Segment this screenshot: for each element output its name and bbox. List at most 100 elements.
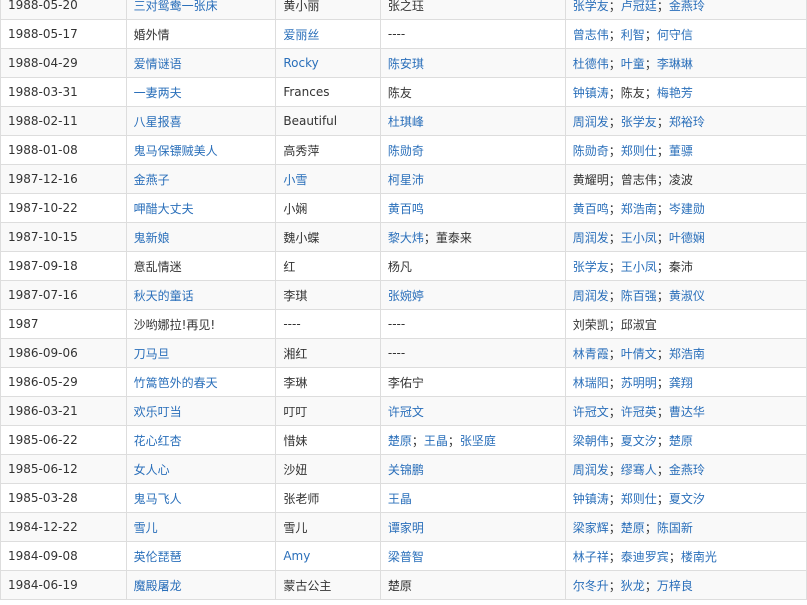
role-link[interactable]: 爱丽丝: [283, 26, 319, 43]
film-title-link[interactable]: 鬼马保镖贼美人: [134, 142, 218, 159]
cast-member-link[interactable]: 郑则仕: [621, 490, 657, 507]
film-title-link[interactable]: 刀马旦: [134, 345, 170, 362]
cast-member-link[interactable]: 泰迪罗宾: [621, 548, 669, 565]
table-row: 1986-05-29 竹篙笆外的春天 李琳 李佑宁 林瑞阳；苏明明；龚翔: [0, 367, 807, 397]
film-title-link[interactable]: 鬼新娘: [134, 229, 170, 246]
cast-member-link[interactable]: 利智: [621, 26, 645, 43]
director-link[interactable]: 陈勋奇: [388, 142, 424, 159]
film-title-cell: 刀马旦: [125, 338, 277, 368]
film-title-link[interactable]: 欢乐叮当: [134, 403, 182, 420]
director-link[interactable]: 黄百鸣: [388, 200, 424, 217]
cast-member-link[interactable]: 钟镇涛: [573, 490, 609, 507]
film-title-link[interactable]: 爱情谜语: [134, 55, 182, 72]
cast-member-link[interactable]: 万梓良: [657, 577, 693, 594]
cast-member-link[interactable]: 王小凤: [621, 229, 657, 246]
cast-member-link[interactable]: 李琳琳: [657, 55, 693, 72]
film-title-link[interactable]: 三对鸳鸯一张床: [134, 0, 218, 14]
director-link[interactable]: 杜琪峰: [388, 113, 424, 130]
cast-member-link[interactable]: 许冠文: [573, 403, 609, 420]
cast-member-link[interactable]: 张学友: [621, 113, 657, 130]
cast-member-link[interactable]: 卢冠廷: [621, 0, 657, 14]
director-link[interactable]: 张坚庭: [460, 432, 496, 449]
cast-member-link[interactable]: 周润发: [573, 287, 609, 304]
film-title-link[interactable]: 竹篙笆外的春天: [134, 374, 218, 391]
cast-member-link[interactable]: 林青霞: [573, 345, 609, 362]
film-title-link[interactable]: 呷醋大丈夫: [134, 200, 194, 217]
film-title-link[interactable]: 八星报喜: [134, 113, 182, 130]
film-title-link[interactable]: 鬼马飞人: [134, 490, 182, 507]
cast-cell: 周润发；王小凤；叶德娴: [564, 222, 807, 252]
cast-member-link[interactable]: 郑浩南: [669, 345, 705, 362]
cast-member-link[interactable]: 王小凤: [621, 258, 657, 275]
cast-member-link[interactable]: 金燕玲: [669, 0, 705, 14]
film-title-link[interactable]: 英伦琵琶: [134, 548, 182, 565]
cast-member-link[interactable]: 夏文汐: [621, 432, 657, 449]
director-link[interactable]: 王晶: [388, 490, 412, 507]
cast-member-link[interactable]: 陈勋奇: [573, 142, 609, 159]
cast-member-link[interactable]: 黄百鸣: [573, 200, 609, 217]
cast-member-link[interactable]: 狄龙: [621, 577, 645, 594]
role-name: 黄小丽: [283, 0, 320, 13]
cast-member-link[interactable]: 尔冬升: [573, 577, 609, 594]
film-title-link[interactable]: 魔殿屠龙: [134, 577, 182, 594]
cast-member-link[interactable]: 楼南光: [681, 548, 717, 565]
list-separator: ；: [608, 114, 621, 129]
cast-member-link[interactable]: 何守信: [657, 26, 693, 43]
release-date: 1988-02-11: [8, 114, 78, 128]
role-link[interactable]: Amy: [283, 549, 310, 563]
cast-member-link[interactable]: 董骠: [669, 142, 693, 159]
film-title-link[interactable]: 雪儿: [134, 519, 158, 536]
cast-member-link[interactable]: 缪骞人: [621, 461, 657, 478]
cast-member-link[interactable]: 许冠英: [621, 403, 657, 420]
cast-member-link[interactable]: 周润发: [573, 229, 609, 246]
film-title-link[interactable]: 一妻两夫: [134, 84, 182, 101]
cast-member-link[interactable]: 夏文汐: [669, 490, 705, 507]
cast-member-link[interactable]: 郑裕玲: [669, 113, 705, 130]
cast-member-link[interactable]: 郑浩南: [621, 200, 657, 217]
cast-member-link[interactable]: 龚翔: [669, 374, 693, 391]
film-title-link[interactable]: 金燕子: [134, 171, 170, 188]
cast-member-link[interactable]: 楚原: [621, 519, 645, 536]
director-link[interactable]: 谭家明: [388, 519, 424, 536]
cast-member-link[interactable]: 钟镇涛: [573, 84, 609, 101]
cast-member-link[interactable]: 林瑞阳: [573, 374, 609, 391]
cast-member-link[interactable]: 曹达华: [669, 403, 705, 420]
cast-member-link[interactable]: 杜德伟: [573, 55, 609, 72]
film-title-link[interactable]: 女人心: [134, 461, 170, 478]
director-link[interactable]: 王晶: [424, 432, 448, 449]
cast-member-link[interactable]: 苏明明: [621, 374, 657, 391]
film-title-link[interactable]: 秋天的童话: [134, 287, 194, 304]
director-link[interactable]: 关锦鹏: [388, 461, 424, 478]
cast-member-link[interactable]: 梅艳芳: [657, 84, 693, 101]
cast-member-link[interactable]: 张学友: [573, 0, 609, 14]
cast-member-link[interactable]: 陈国新: [657, 519, 693, 536]
cast-member-link[interactable]: 林子祥: [573, 548, 609, 565]
cast-member-link[interactable]: 黄淑仪: [669, 287, 705, 304]
table-row: 1985-03-28 鬼马飞人 张老师 王晶 钟镇涛；郑则仕；夏文汐: [0, 483, 807, 513]
cast-member-link[interactable]: 梁朝伟: [573, 432, 609, 449]
film-title-link[interactable]: 花心红杏: [134, 432, 182, 449]
cast-member-link[interactable]: 金燕玲: [669, 461, 705, 478]
cast-member-link[interactable]: 郑则仕: [621, 142, 657, 159]
cast-member-link[interactable]: 陈百强: [621, 287, 657, 304]
director-link[interactable]: 黎大炜: [388, 229, 424, 246]
cast-member-link[interactable]: 叶德娴: [669, 229, 705, 246]
cast-member-link[interactable]: 周润发: [573, 461, 609, 478]
director-link[interactable]: 许冠文: [388, 403, 424, 420]
director-link[interactable]: 张婉婷: [388, 287, 424, 304]
cast-member-link[interactable]: 楚原: [669, 432, 693, 449]
cast-member-link[interactable]: 梁家辉: [573, 519, 609, 536]
role-link[interactable]: 小雪: [283, 171, 307, 188]
cast-member-link[interactable]: 岑建勋: [669, 200, 705, 217]
role-link[interactable]: Rocky: [283, 56, 318, 70]
list-separator: ；: [608, 259, 621, 274]
cast-member-link[interactable]: 叶倩文: [621, 345, 657, 362]
cast-member-link[interactable]: 周润发: [573, 113, 609, 130]
cast-member-link[interactable]: 曾志伟: [573, 26, 609, 43]
cast-member-link[interactable]: 叶童: [621, 55, 645, 72]
director-link[interactable]: 楚原: [388, 432, 412, 449]
cast-member-link[interactable]: 张学友: [573, 258, 609, 275]
director-link[interactable]: 柯星沛: [388, 171, 424, 188]
director-link[interactable]: 陈安琪: [388, 55, 424, 72]
director-link[interactable]: 梁普智: [388, 548, 424, 565]
